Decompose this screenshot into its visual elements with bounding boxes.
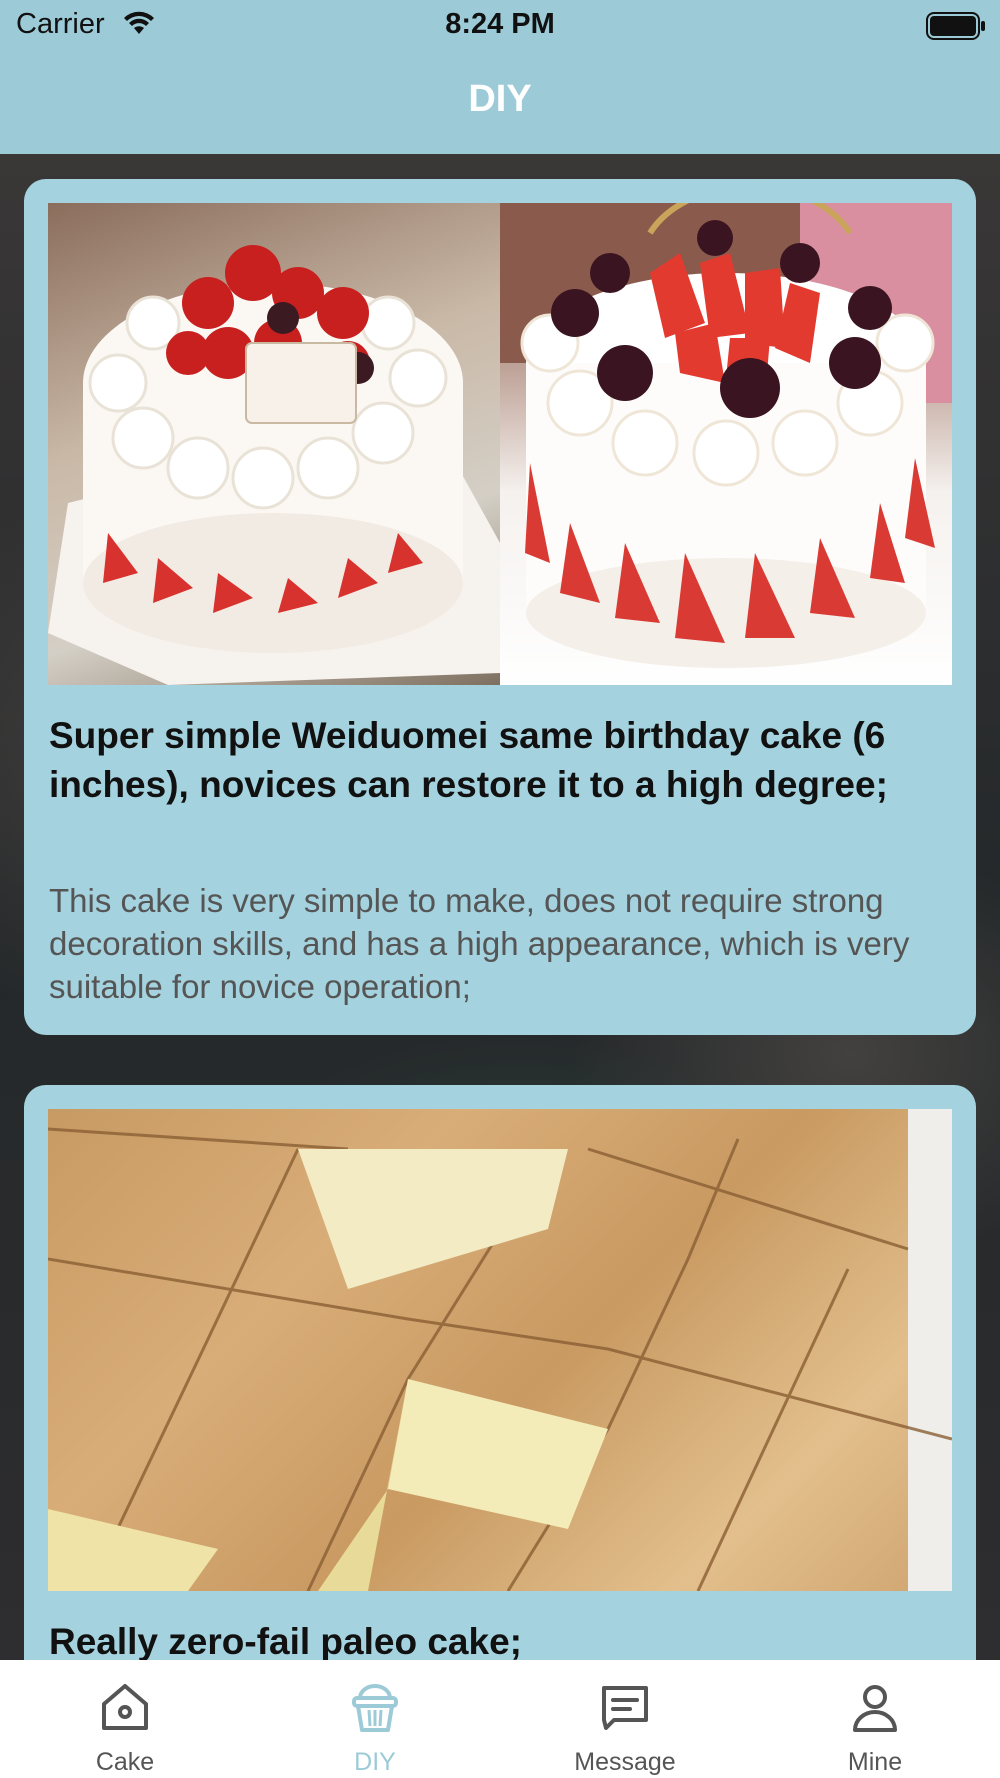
tab-diy[interactable]: DIY [250, 1660, 500, 1778]
tab-bar: Cake DIY Message Mine [0, 1660, 1000, 1778]
home-icon [102, 1684, 148, 1730]
post-title[interactable]: Really zero-fail paleo cake; [49, 1617, 929, 1666]
tab-label: Message [574, 1748, 676, 1776]
tab-label: Cake [95, 1748, 155, 1776]
page-title: DIY [468, 78, 532, 120]
status-bar: Carrier 8:24 PM [0, 0, 1000, 52]
tab-mine[interactable]: Mine [750, 1660, 1000, 1778]
message-icon [602, 1686, 648, 1730]
diy-post-card[interactable]: Really zero-fail paleo cake; [24, 1085, 976, 1725]
top-bar: Carrier 8:24 PM DIY [0, 0, 1000, 154]
tab-label: Mine [847, 1748, 903, 1776]
diy-post-card[interactable]: Super simple Weiduomei same birthday cak… [24, 179, 976, 1035]
basket-icon [352, 1684, 398, 1732]
battery-icon [926, 12, 985, 40]
person-icon [853, 1685, 897, 1732]
sponge-cake-photo [48, 1109, 952, 1591]
tab-message[interactable]: Message [500, 1660, 750, 1778]
cake-photo-left [48, 203, 500, 685]
cake-photo-right [500, 203, 952, 685]
clock: 8:24 PM [445, 8, 555, 40]
post-image [48, 203, 952, 685]
post-title[interactable]: Super simple Weiduomei same birthday cak… [49, 711, 929, 809]
tab-cake[interactable]: Cake [0, 1660, 250, 1778]
tab-label: DIY [354, 1748, 396, 1776]
post-image [48, 1109, 952, 1591]
post-description: This cake is very simple to make, does n… [49, 882, 910, 1005]
